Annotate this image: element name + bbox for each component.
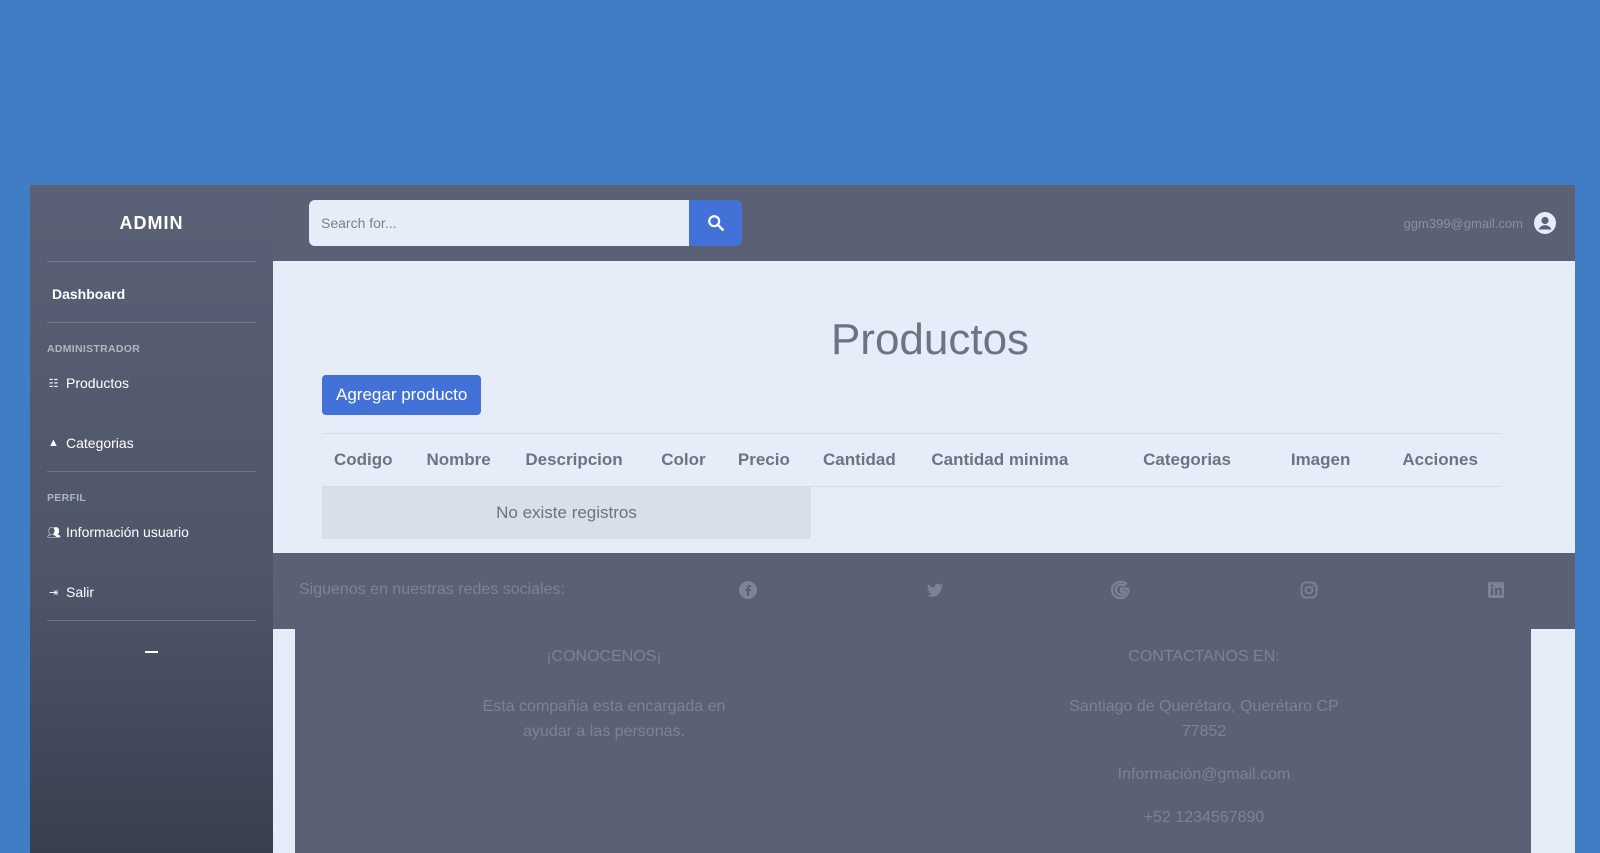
footer-about-text: Esta compañia esta encargada en ayudar a… — [482, 698, 726, 740]
page-title: Productos — [830, 315, 1030, 364]
sidebar-item-label: Información usuario — [66, 524, 189, 540]
sidebar-heading-perfil: PERFIL — [47, 492, 87, 504]
brand-title[interactable]: ADMIN — [30, 185, 273, 261]
sidebar-toggle-button[interactable] — [145, 651, 158, 653]
sidebar-item-salir[interactable]: ⇥ Salir — [30, 572, 273, 612]
table-row: No existe registros — [322, 486, 1502, 539]
sidebar-item-label: Productos — [66, 375, 130, 391]
column-header: Imagen — [1278, 433, 1391, 487]
social-label: Siguenos en nuestras redes sociales: — [299, 581, 565, 598]
sidebar-item-dashboard[interactable]: Dashboard — [30, 262, 273, 322]
column-header: Precio — [725, 433, 811, 487]
search-button[interactable] — [689, 200, 742, 246]
main-content: Productos Agregar producto Codigo Nombre… — [273, 261, 1575, 553]
footer: ¡CONOCENOS¡ Esta compañia esta encargada… — [295, 629, 1531, 853]
sidebar: ADMIN Dashboard ADMINISTRADOR ☷ Producto… — [30, 185, 273, 853]
sidebar-item-productos[interactable]: ☷ Productos — [30, 363, 273, 403]
user-menu[interactable]: ggm399@gmail.com — [1404, 211, 1557, 235]
add-product-button[interactable]: Agregar producto — [322, 375, 482, 415]
google-icon[interactable] — [1111, 580, 1131, 600]
linkedin-icon[interactable] — [1486, 580, 1506, 600]
search-icon — [707, 215, 724, 231]
sidebar-item-categorias[interactable]: ▲ Categorias — [30, 423, 273, 463]
user-avatar-icon — [1534, 212, 1556, 234]
twitter-icon[interactable] — [925, 580, 945, 600]
sidebar-item-label: Salir — [66, 584, 95, 600]
sidebar-heading-admin: ADMINISTRADOR — [47, 343, 141, 355]
logout-icon: ⇥ — [48, 586, 59, 599]
search-input[interactable] — [309, 200, 689, 246]
footer-email[interactable]: Información@gmail.com — [1064, 762, 1344, 787]
app-window: ADMIN Dashboard ADMINISTRADOR ☷ Producto… — [30, 185, 1575, 853]
table-header-row: Codigo Nombre Descripcion Color Precio C… — [322, 433, 1502, 487]
column-header: Acciones — [1390, 433, 1502, 487]
column-header: Nombre — [414, 433, 514, 487]
footer-phone: +52 1234567890 — [1143, 809, 1265, 826]
products-table: Codigo Nombre Descripcion Color Precio C… — [322, 433, 1502, 539]
footer-contact-title: CONTACTANOS EN: — [1128, 648, 1280, 665]
users-icon: 👥︎ — [47, 526, 61, 539]
list-icon: ☷ — [48, 377, 59, 390]
column-header: Descripcion — [513, 433, 650, 487]
user-email: ggm399@gmail.com — [1403, 215, 1523, 231]
topbar: ggm399@gmail.com — [273, 185, 1575, 261]
facebook-icon[interactable] — [738, 580, 758, 600]
column-header: Categorias — [1131, 433, 1279, 487]
column-header: Cantidad minima — [919, 433, 1132, 487]
footer-about: ¡CONOCENOS¡ Esta compañia esta encargada… — [295, 629, 913, 744]
sidebar-divider — [47, 620, 256, 621]
search-bar — [309, 200, 742, 246]
instagram-icon[interactable] — [1299, 580, 1319, 600]
column-header: Color — [649, 433, 726, 487]
categories-icon: ▲ — [48, 437, 59, 449]
empty-message: No existe registros — [322, 486, 811, 539]
social-bar: Siguenos en nuestras redes sociales: — [273, 553, 1575, 629]
column-header: Codigo — [322, 433, 415, 487]
sidebar-item-label: Categorias — [66, 435, 134, 451]
sidebar-item-informacion-usuario[interactable]: 👥︎ Información usuario — [30, 512, 273, 552]
footer-address: Santiago de Querétaro, Querétaro CP 7785… — [1069, 698, 1339, 740]
column-header: Cantidad — [811, 433, 920, 487]
footer-about-title: ¡CONOCENOS¡ — [546, 648, 662, 665]
footer-contact: CONTACTANOS EN: Santiago de Querétaro, Q… — [895, 629, 1513, 830]
